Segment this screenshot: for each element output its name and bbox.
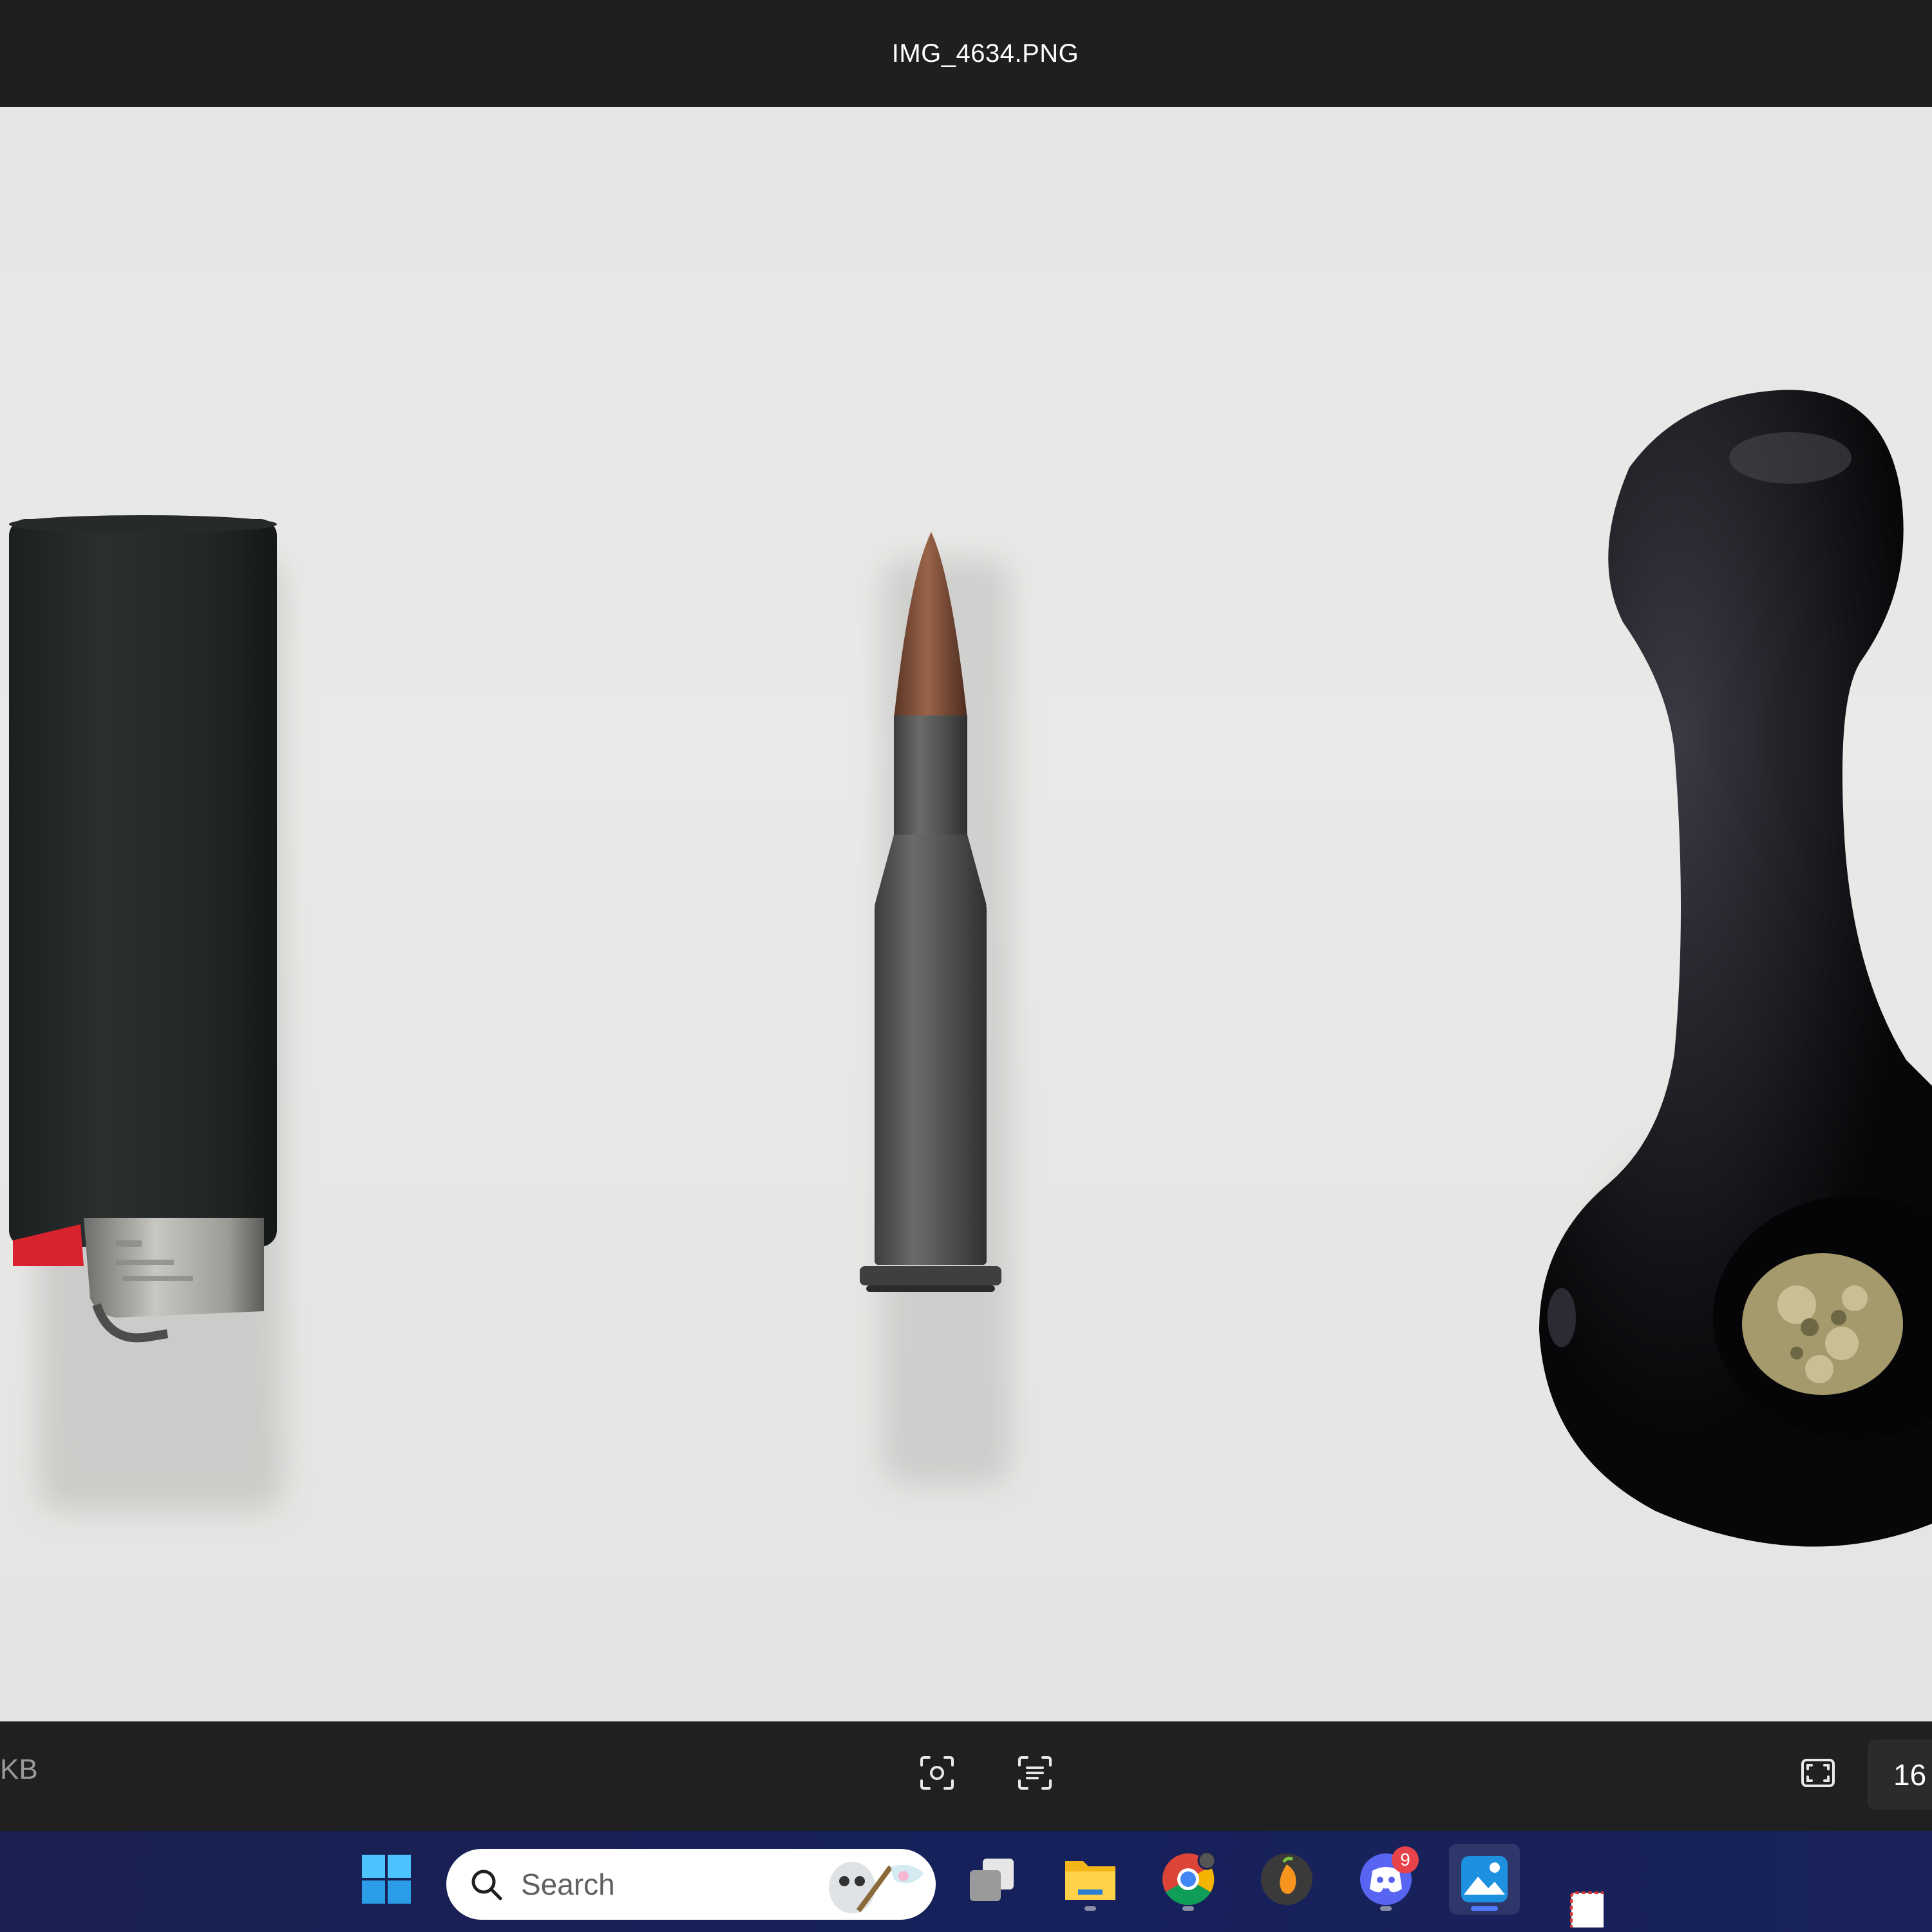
- search-placeholder: Search: [521, 1868, 615, 1901]
- viewer-toolbar: KB 16: [0, 1721, 1932, 1831]
- taskbar: Search 9: [0, 1831, 1932, 1932]
- zoom-level-field[interactable]: 16: [1868, 1739, 1932, 1810]
- running-indicator: [1380, 1906, 1392, 1911]
- active-indicator: [1471, 1906, 1498, 1911]
- lighter: [9, 515, 277, 1343]
- extract-text-button[interactable]: [1006, 1744, 1064, 1802]
- visual-search-button[interactable]: [908, 1744, 966, 1802]
- task-view-button[interactable]: [956, 1844, 1027, 1915]
- window-title: IMG_4634.PNG: [891, 39, 1079, 68]
- windows-start-icon: [362, 1855, 411, 1904]
- task-view-icon: [970, 1859, 1014, 1901]
- taskbar-chrome[interactable]: [1153, 1844, 1224, 1915]
- running-indicator: [1182, 1906, 1194, 1911]
- text-extract-icon: [1018, 1756, 1052, 1790]
- taskbar-search[interactable]: Search: [446, 1849, 936, 1920]
- taskbar-photos[interactable]: [1449, 1844, 1520, 1915]
- fullscreen-icon: [1801, 1759, 1835, 1787]
- glass-pipe: [1539, 390, 1932, 1547]
- visual-search-icon: [920, 1756, 954, 1790]
- photo: [9, 390, 1932, 1547]
- snipping-tool-icon: [1570, 1891, 1604, 1927]
- image-canvas[interactable]: [0, 107, 1932, 1721]
- title-bar: IMG_4634.PNG: [0, 0, 1932, 107]
- file-explorer-icon: [1065, 1861, 1115, 1900]
- zoom-level-value: 16: [1893, 1758, 1927, 1792]
- taskbar-discord[interactable]: 9: [1350, 1844, 1421, 1915]
- taskbar-fl-studio[interactable]: [1251, 1844, 1322, 1915]
- search-icon: [471, 1870, 502, 1900]
- search-highlight-owl-icon: [829, 1862, 924, 1913]
- start-button[interactable]: [351, 1844, 422, 1915]
- running-indicator: [1084, 1906, 1096, 1911]
- chrome-icon: [1162, 1852, 1216, 1906]
- taskbar-snipping-tool[interactable]: [1546, 1889, 1616, 1932]
- taskbar-file-explorer[interactable]: [1055, 1844, 1126, 1915]
- notification-badge: 9: [1392, 1846, 1419, 1873]
- file-size-label: KB: [0, 1754, 38, 1785]
- photos-icon: [1461, 1856, 1508, 1902]
- fl-studio-icon: [1261, 1853, 1312, 1905]
- fullscreen-button[interactable]: [1789, 1744, 1847, 1802]
